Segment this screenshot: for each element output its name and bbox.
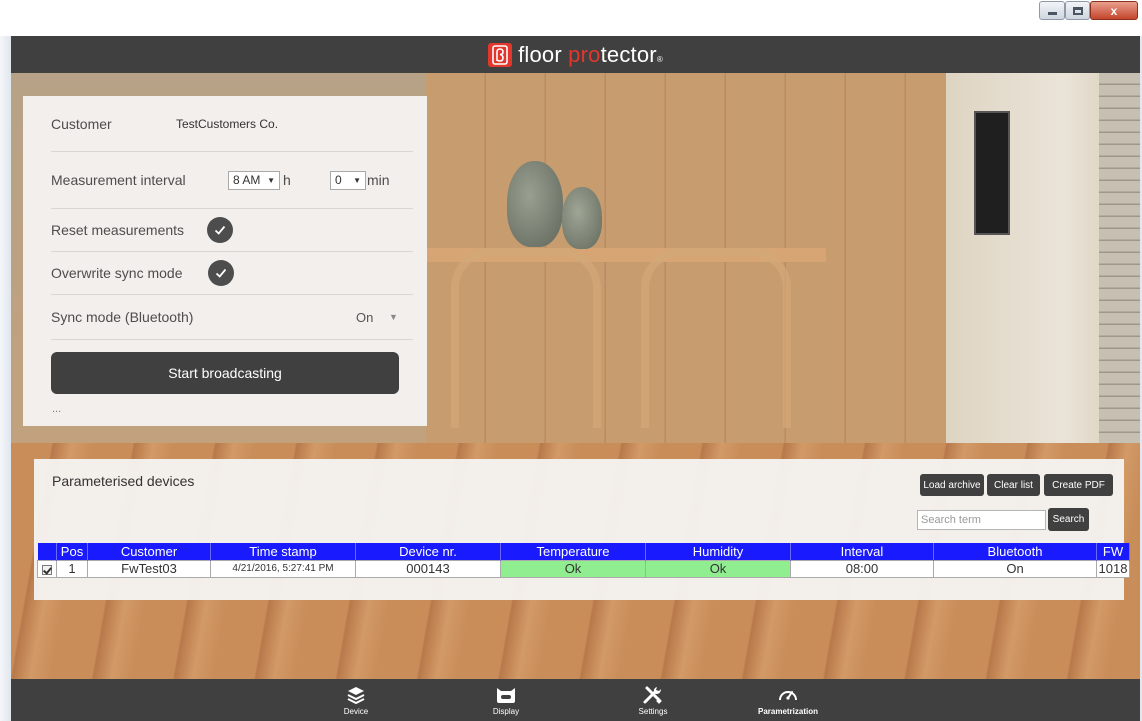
column-header[interactable]: Customer [87, 543, 211, 560]
parametrization-settings-card: Customer TestCustomers Co. Measurement i… [23, 96, 427, 426]
scene-chair-right [641, 248, 791, 428]
cell-device-nr: 000143 [355, 559, 501, 578]
logo-wordmark: floor protector® [518, 42, 663, 68]
start-broadcasting-button[interactable]: Start broadcasting [51, 352, 399, 394]
nav-item-settings[interactable]: Settings [613, 679, 693, 721]
checkmark-icon [215, 268, 227, 278]
interval-minutes-select[interactable]: 0 ▼ [330, 170, 366, 190]
search-button[interactable]: Search [1048, 508, 1089, 531]
chevron-down-icon[interactable]: ▼ [389, 312, 398, 322]
chevron-down-icon: ▼ [353, 175, 361, 185]
interval-hours-unit: h [283, 172, 291, 188]
nav-item-label: Device [343, 706, 369, 716]
chevron-down-icon: ▼ [267, 175, 275, 185]
customer-label: Customer [51, 115, 112, 132]
overwrite-sync-mode-row: Overwrite sync mode [51, 252, 413, 295]
sync-mode-label: Sync mode (Bluetooth) [51, 309, 194, 325]
parameterised-devices-panel: Parameterised devices Load archive Clear… [34, 459, 1124, 600]
logo-word-accent: pro [568, 41, 601, 67]
sync-mode-row[interactable]: Sync mode (Bluetooth) On ▼ [51, 295, 413, 340]
checkmark-icon [214, 225, 226, 235]
tools-icon [643, 686, 662, 704]
reset-measurements-label: Reset measurements [51, 222, 185, 238]
interval-minutes-value: 0 [335, 173, 342, 187]
gauge-icon [779, 690, 797, 700]
row-select-checkbox[interactable] [37, 559, 57, 578]
reset-measurements-toggle[interactable] [207, 217, 233, 243]
table-row[interactable]: 1 FwTest03 4/21/2016, 5:27:41 PM 000143 … [37, 559, 1130, 578]
close-icon: x [1110, 3, 1118, 18]
search-input[interactable] [917, 510, 1046, 530]
column-header[interactable]: Pos [56, 543, 88, 560]
measurement-interval-row: Measurement interval 8 AM ▼ h 0 ▼ min [51, 152, 413, 209]
floor-protector-logo: floor protector® [488, 42, 663, 68]
clear-list-button[interactable]: Clear list [987, 474, 1040, 496]
column-header[interactable]: Time stamp [210, 543, 356, 560]
create-pdf-button[interactable]: Create PDF [1044, 474, 1113, 496]
window-left-border [0, 36, 11, 721]
column-header[interactable]: Humidity [645, 543, 791, 560]
checkbox-checked-icon [42, 564, 52, 575]
minimize-button[interactable] [1039, 1, 1065, 20]
reset-measurements-row: Reset measurements [51, 209, 413, 252]
bottom-navigation: Device Display Settings Parametrization [11, 679, 1140, 721]
customer-value: TestCustomers Co. [176, 116, 279, 131]
scene-vase-small [562, 187, 602, 249]
nav-item-label: Parametrization [757, 706, 819, 716]
cell-fw: 1018 [1096, 559, 1130, 578]
column-header[interactable]: Device nr. [355, 543, 501, 560]
table-header-row: Pos Customer Time stamp Device nr. Tempe… [37, 543, 1130, 560]
nav-item-device[interactable]: Device [316, 679, 396, 721]
logo-registered-mark: ® [656, 54, 663, 64]
cell-interval: 08:00 [790, 559, 934, 578]
cell-temperature-status: Ok [500, 559, 646, 578]
column-header[interactable]: Bluetooth [933, 543, 1097, 560]
devices-table: Pos Customer Time stamp Device nr. Tempe… [37, 543, 1130, 578]
sync-mode-value[interactable]: On [356, 310, 373, 325]
minimize-icon [1047, 12, 1057, 15]
nav-item-display[interactable]: Display [466, 679, 546, 721]
load-archive-button[interactable]: Load archive [920, 474, 984, 496]
interval-hours-select[interactable]: 8 AM ▼ [228, 170, 280, 190]
logo-mark-icon [488, 42, 513, 67]
column-header[interactable]: FW [1096, 543, 1130, 560]
interval-minutes-unit: min [367, 172, 390, 188]
maximize-icon [1072, 6, 1083, 15]
nav-item-parametrization[interactable]: Parametrization [748, 679, 828, 721]
interval-hours-value: 8 AM [233, 173, 261, 187]
cell-customer: FwTest03 [87, 559, 211, 578]
cell-timestamp: 4/21/2016, 5:27:41 PM [210, 559, 356, 578]
close-button[interactable]: x [1090, 1, 1138, 20]
status-text: ... [52, 403, 62, 415]
customer-row: Customer TestCustomers Co. [51, 96, 413, 152]
logo-word-1: floor [518, 41, 569, 67]
scene-wall-screen [974, 111, 1010, 235]
nav-item-label: Settings [638, 706, 668, 716]
panel-title: Parameterised devices [52, 473, 195, 489]
cell-bluetooth: On [933, 559, 1097, 578]
cell-humidity-status: Ok [645, 559, 791, 578]
maximize-button[interactable] [1065, 1, 1090, 20]
app-header: floor protector® [11, 36, 1140, 73]
column-header[interactable]: Temperature [500, 543, 646, 560]
logo-word-2: tector [600, 41, 657, 67]
scene-window-frame [1099, 73, 1140, 453]
overwrite-sync-mode-label: Overwrite sync mode [51, 265, 183, 281]
measurement-interval-label: Measurement interval [51, 172, 186, 188]
scene-chair-left [451, 248, 601, 428]
nav-item-label: Display [492, 706, 520, 716]
layers-icon [347, 686, 365, 704]
display-icon [497, 687, 515, 703]
column-header[interactable]: Interval [790, 543, 934, 560]
cell-pos: 1 [56, 559, 88, 578]
scene-vase-large [507, 161, 563, 247]
column-header-select [37, 543, 57, 560]
overwrite-sync-mode-toggle[interactable] [208, 260, 234, 286]
window-titlebar: x [0, 0, 1142, 36]
